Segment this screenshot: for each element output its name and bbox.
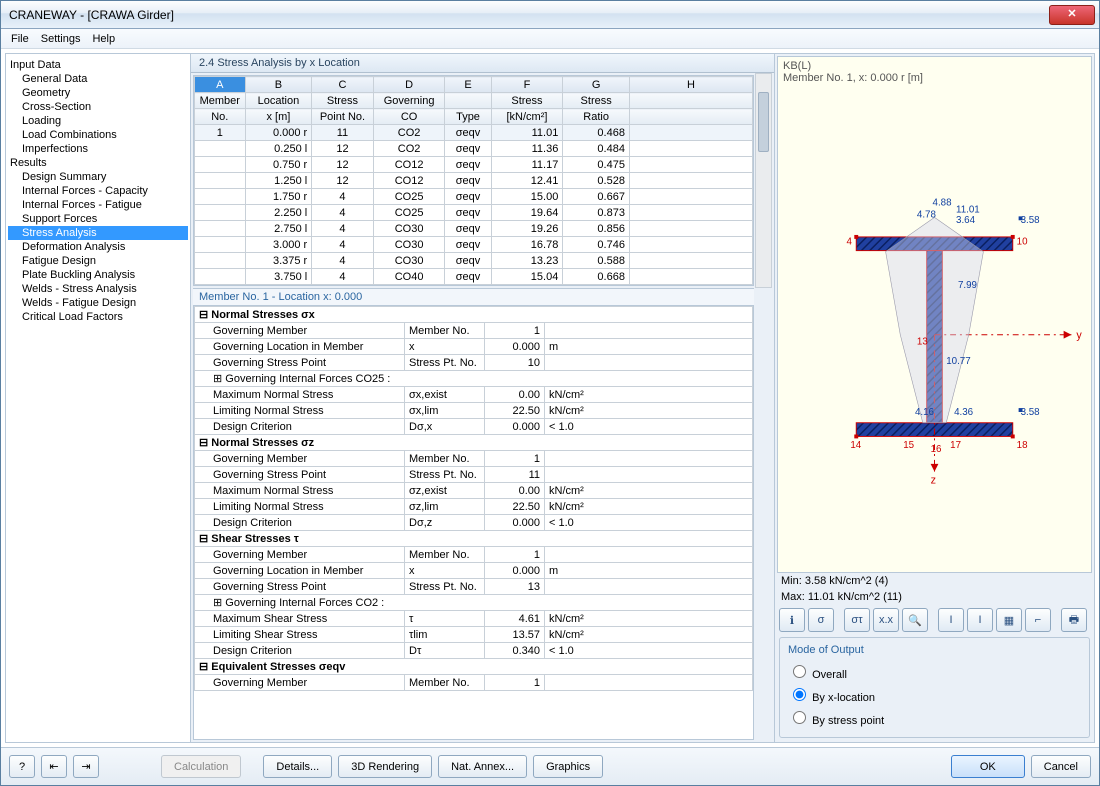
axis-icon[interactable]: ⌐ xyxy=(1025,608,1051,632)
menu-file[interactable]: File xyxy=(11,33,29,45)
viewer-head1: KB(L) xyxy=(783,60,1086,72)
ibeam2-icon[interactable]: I xyxy=(967,608,993,632)
ok-button[interactable]: OK xyxy=(951,755,1025,778)
svg-text:15: 15 xyxy=(903,440,914,451)
tree-item[interactable]: Internal Forces - Fatigue xyxy=(8,198,188,212)
tree-item[interactable]: Deformation Analysis xyxy=(8,240,188,254)
tree-item[interactable]: Plate Buckling Analysis xyxy=(8,268,188,282)
svg-text:4.36: 4.36 xyxy=(954,407,973,418)
xx-icon[interactable]: x.x xyxy=(873,608,899,632)
svg-text:7.99: 7.99 xyxy=(958,280,977,291)
tree-item[interactable]: Support Forces xyxy=(8,212,188,226)
tree-item[interactable]: Critical Load Factors xyxy=(8,310,188,324)
svg-text:y: y xyxy=(1076,330,1082,342)
svg-text:3.58: 3.58 xyxy=(1021,215,1040,226)
detail-grid[interactable]: ⊟ Normal Stresses σxGoverning MemberMemb… xyxy=(193,305,754,740)
annex-button[interactable]: Nat. Annex... xyxy=(438,755,527,778)
svg-text:13: 13 xyxy=(917,337,928,348)
tree-item[interactable]: Cross-Section xyxy=(8,100,188,114)
svg-text:10.77: 10.77 xyxy=(946,356,970,367)
menubar: File Settings Help xyxy=(1,29,1099,49)
tree-item[interactable]: Loading xyxy=(8,114,188,128)
svg-text:4: 4 xyxy=(846,237,852,248)
svg-text:4.78: 4.78 xyxy=(917,209,936,220)
mode-title: Mode of Output xyxy=(788,644,1081,656)
mode-xloc[interactable]: By x-location xyxy=(788,683,1081,706)
section-viewer[interactable]: KB(L) Member No. 1, x: 0.000 r [m] xyxy=(777,56,1092,573)
viewer-head2: Member No. 1, x: 0.000 r [m] xyxy=(783,72,1086,84)
tree-item[interactable]: Welds - Stress Analysis xyxy=(8,282,188,296)
svg-text:3.64: 3.64 xyxy=(956,215,976,226)
zoom-icon[interactable]: 🔍 xyxy=(902,608,928,632)
details-button[interactable]: Details... xyxy=(263,755,332,778)
pane-title: 2.4 Stress Analysis by x Location xyxy=(191,54,774,73)
mode-overall[interactable]: Overall xyxy=(788,660,1081,683)
titlebar: CRANEWAY - [CRAWA Girder] ✕ xyxy=(1,1,1099,29)
svg-text:4.88: 4.88 xyxy=(933,198,952,209)
svg-text:10: 10 xyxy=(1017,237,1028,248)
help-button[interactable]: ? xyxy=(9,755,35,778)
menu-settings[interactable]: Settings xyxy=(41,33,81,45)
sigma-icon[interactable]: σ xyxy=(808,608,834,632)
viewer-min: Min: 3.58 kN/cm^2 (4) xyxy=(777,573,1092,589)
tree-item[interactable]: Design Summary xyxy=(8,170,188,184)
next-button[interactable]: ⇥ xyxy=(73,755,99,778)
graphics-button[interactable]: Graphics xyxy=(533,755,603,778)
viewer-toolbar: ℹ σ στ x.x 🔍 I I ▦ ⌐ 🖶 xyxy=(777,605,1092,635)
window-title: CRANEWAY - [CRAWA Girder] xyxy=(5,8,1049,22)
mode-sp[interactable]: By stress point xyxy=(788,706,1081,729)
tree-item[interactable]: Stress Analysis xyxy=(8,226,188,240)
tree-item[interactable]: Welds - Fatigue Design xyxy=(8,296,188,310)
cancel-button[interactable]: Cancel xyxy=(1031,755,1091,778)
tree-input[interactable]: Input Data xyxy=(8,58,188,72)
tree-item[interactable]: Imperfections xyxy=(8,142,188,156)
svg-text:18: 18 xyxy=(1017,440,1028,451)
ibeam-icon[interactable]: I xyxy=(938,608,964,632)
nav-tree[interactable]: Input Data General DataGeometryCross-Sec… xyxy=(6,54,191,742)
info-icon[interactable]: ℹ xyxy=(779,608,805,632)
rendering-button[interactable]: 3D Rendering xyxy=(338,755,432,778)
footer: ? ⇤ ⇥ Calculation Details... 3D Renderin… xyxy=(1,747,1099,785)
tree-item[interactable]: Load Combinations xyxy=(8,128,188,142)
results-grid[interactable]: ABCDEFGH MemberLocationStressGoverningSt… xyxy=(193,75,754,286)
print-icon[interactable]: 🖶 xyxy=(1061,608,1087,632)
prev-button[interactable]: ⇤ xyxy=(41,755,67,778)
tree-item[interactable]: General Data xyxy=(8,72,188,86)
svg-text:3.58: 3.58 xyxy=(1021,407,1040,418)
svg-text:14: 14 xyxy=(850,440,861,451)
detail-title: Member No. 1 - Location x: 0.000 xyxy=(193,288,754,305)
svg-text:z: z xyxy=(931,474,936,486)
tree-results[interactable]: Results xyxy=(8,156,188,170)
mode-group: Mode of Output Overall By x-location By … xyxy=(779,637,1090,738)
grid-icon[interactable]: ▦ xyxy=(996,608,1022,632)
svg-text:11.01: 11.01 xyxy=(956,204,980,215)
tree-item[interactable]: Geometry xyxy=(8,86,188,100)
svg-text:16: 16 xyxy=(931,444,942,455)
tau-icon[interactable]: στ xyxy=(844,608,870,632)
calculation-button: Calculation xyxy=(161,755,241,778)
tree-item[interactable]: Internal Forces - Capacity xyxy=(8,184,188,198)
close-button[interactable]: ✕ xyxy=(1049,5,1095,25)
svg-text:17: 17 xyxy=(950,440,961,451)
tree-item[interactable]: Fatigue Design xyxy=(8,254,188,268)
svg-text:4.16: 4.16 xyxy=(915,407,934,418)
menu-help[interactable]: Help xyxy=(92,33,115,45)
viewer-max: Max: 11.01 kN/cm^2 (11) xyxy=(777,589,1092,605)
